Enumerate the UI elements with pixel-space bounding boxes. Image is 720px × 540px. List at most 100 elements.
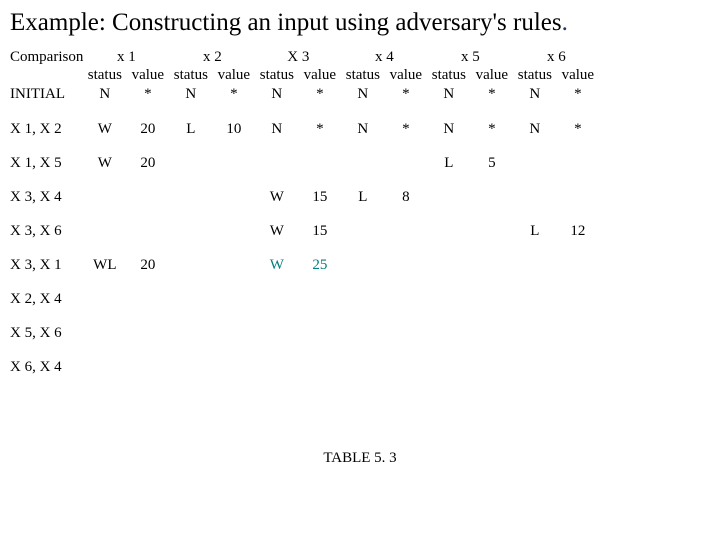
cell-value: 15: [298, 188, 341, 206]
header-status: status: [427, 66, 470, 84]
cell-status: N: [427, 84, 470, 104]
cell-value: [212, 256, 255, 274]
cell-value: *: [556, 120, 599, 138]
cell-value: 20: [126, 154, 169, 172]
cell-status: [427, 256, 470, 274]
cell-status: [427, 324, 470, 342]
cell-status: [341, 290, 384, 308]
header-value: value: [126, 66, 169, 84]
header-status: status: [341, 66, 384, 84]
cell-value: *: [384, 120, 427, 138]
cell-value: [470, 358, 513, 376]
cell-value: [384, 324, 427, 342]
cell-status: [513, 154, 556, 172]
cell-value: [470, 290, 513, 308]
cell-value: [384, 154, 427, 172]
cell-status: N: [427, 120, 470, 138]
table-caption: TABLE 5. 3: [0, 450, 720, 467]
cell-status: W: [83, 154, 126, 172]
cell-value: [126, 222, 169, 240]
cell-status: [83, 222, 126, 240]
cell-status: [341, 256, 384, 274]
cell-value: 8: [384, 188, 427, 206]
header-value: value: [556, 66, 599, 84]
cell-status: [341, 154, 384, 172]
cell-status: [169, 290, 212, 308]
header-col: X 3: [255, 48, 341, 66]
cell-status: [513, 290, 556, 308]
cell-value: 25: [298, 256, 341, 274]
cell-value: [126, 358, 169, 376]
cell-value: [470, 324, 513, 342]
table-row: X 3, X 4W15L8: [10, 188, 599, 206]
row-label: X 3, X 1: [10, 256, 83, 274]
header-comparison: Comparison: [10, 48, 83, 66]
cell-status: [513, 324, 556, 342]
cell-value: *: [126, 84, 169, 104]
cell-value: [212, 324, 255, 342]
adversary-table: Comparison x 1 x 2 X 3 x 4 x 5 x 6 statu…: [10, 48, 599, 376]
cell-value: 20: [126, 120, 169, 138]
cell-status: [83, 290, 126, 308]
cell-value: [212, 358, 255, 376]
cell-status: [427, 290, 470, 308]
cell-status: [255, 324, 298, 342]
cell-status: [169, 324, 212, 342]
cell-value: [556, 358, 599, 376]
cell-value: 15: [298, 222, 341, 240]
cell-value: 20: [126, 256, 169, 274]
cell-value: *: [298, 84, 341, 104]
cell-status: [427, 358, 470, 376]
cell-status: W: [255, 222, 298, 240]
header-value: value: [298, 66, 341, 84]
row-label: X 6, X 4: [10, 358, 83, 376]
cell-status: [83, 324, 126, 342]
cell-status: [427, 222, 470, 240]
table-row: X 1, X 5W20L5: [10, 154, 599, 172]
cell-status: W: [255, 188, 298, 206]
cell-value: [556, 188, 599, 206]
header-value: value: [212, 66, 255, 84]
cell-value: [470, 256, 513, 274]
header-value: value: [470, 66, 513, 84]
cell-value: [126, 324, 169, 342]
cell-value: 10: [212, 120, 255, 138]
table-row: X 3, X 1WL20 W25: [10, 256, 599, 274]
header-status: status: [513, 66, 556, 84]
cell-value: [384, 290, 427, 308]
header-col: x 4: [341, 48, 427, 66]
cell-value: [384, 256, 427, 274]
cell-value: *: [212, 84, 255, 104]
cell-status: N: [513, 84, 556, 104]
table-row: X 5, X 6: [10, 324, 599, 342]
row-label: X 5, X 6: [10, 324, 83, 342]
cell-value: [298, 324, 341, 342]
row-label: X 2, X 4: [10, 290, 83, 308]
cell-status: N: [341, 84, 384, 104]
cell-status: N: [255, 120, 298, 138]
cell-status: L: [169, 120, 212, 138]
cell-status: [513, 188, 556, 206]
cell-value: *: [298, 120, 341, 138]
table-row: X 3, X 6W15L12: [10, 222, 599, 240]
cell-status: [169, 188, 212, 206]
header-col: x 1: [83, 48, 169, 66]
cell-status: N: [169, 84, 212, 104]
cell-status: [169, 154, 212, 172]
cell-status: [169, 256, 212, 274]
cell-value: [298, 154, 341, 172]
cell-value: 12: [556, 222, 599, 240]
header-col: x 6: [513, 48, 599, 66]
cell-status: [255, 154, 298, 172]
title-punct: .: [562, 9, 568, 36]
cell-status: W: [255, 256, 298, 274]
cell-value: [556, 290, 599, 308]
cell-value: [126, 290, 169, 308]
cell-status: [513, 358, 556, 376]
cell-status: WL: [83, 256, 126, 274]
cell-status: [427, 188, 470, 206]
cell-status: L: [427, 154, 470, 172]
row-label-initial: INITIAL: [10, 84, 83, 104]
table-row: X 6, X 4: [10, 358, 599, 376]
row-label: X 3, X 6: [10, 222, 83, 240]
